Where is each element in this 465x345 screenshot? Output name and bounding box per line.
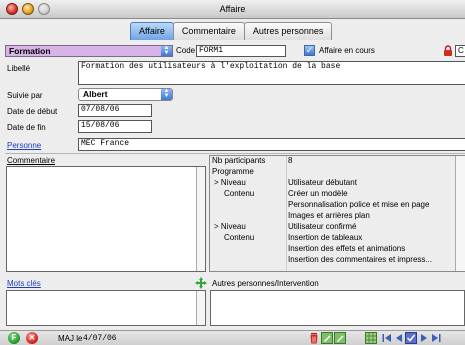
details-list: Nb participants 8 Programme > Niveau Uti…: [210, 155, 465, 272]
mots-cles-scrollbar[interactable]: [196, 291, 205, 325]
detail-value: Utilisateur confirmé: [288, 222, 357, 231]
detail-key: Contenu: [224, 233, 255, 242]
tab-bar: Affaire Commentaire Autres personnes: [130, 22, 333, 40]
updown-arrows-icon: ▲ ▼: [161, 88, 172, 100]
right-field[interactable]: C: [455, 45, 465, 57]
personne-link[interactable]: Personne: [7, 141, 41, 150]
trash-icon[interactable]: [308, 332, 320, 344]
lock-icon[interactable]: [443, 45, 453, 56]
last-record-icon[interactable]: [430, 332, 442, 344]
previous-record-icon[interactable]: [393, 332, 405, 344]
affaire-en-cours-label: Affaire en cours: [319, 46, 375, 55]
type-select-value: Formation: [9, 46, 51, 56]
detail-value: Créer un modèle: [288, 189, 348, 198]
move-arrows-icon[interactable]: [195, 277, 207, 289]
tab-affaire[interactable]: Affaire: [130, 22, 174, 40]
affaire-en-cours-checkbox[interactable]: ✓: [304, 45, 315, 56]
date-debut-label: Date de début: [7, 107, 58, 116]
maj-label: MAJ le: [58, 334, 83, 343]
commentaire-textarea[interactable]: [6, 166, 206, 272]
suivie-par-label: Suivie par: [7, 91, 43, 100]
mots-cles-textarea[interactable]: [6, 290, 206, 326]
window-title: Affaire: [219, 4, 246, 14]
detail-value: Insertion des commentaires et impress...: [288, 255, 433, 264]
detail-value: Insertion des effets et animations: [288, 244, 406, 253]
commentaire-label: Commentaire: [7, 156, 56, 165]
nb-participants-row: Nb participants 8: [210, 156, 465, 166]
title-bar: Affaire: [0, 0, 465, 19]
libelle-label: Libellé: [7, 64, 31, 73]
list-item[interactable]: > Niveau Utilisateur confirmé: [210, 222, 465, 232]
personne-field[interactable]: MEC France: [78, 138, 465, 151]
nb-participants-value[interactable]: 8: [288, 156, 292, 165]
list-item[interactable]: Contenu Créer un modèle: [210, 189, 465, 199]
f-button[interactable]: F: [8, 332, 20, 344]
detail-key: > Niveau: [214, 222, 246, 231]
section-divider: [5, 153, 465, 154]
detail-value: Insertion de tableaux: [288, 233, 363, 242]
details-scrollbar[interactable]: [455, 156, 465, 271]
maj-date: 4/07/06: [83, 334, 117, 343]
detail-value: Personnalisation police et mise en page: [288, 200, 430, 209]
code-field[interactable]: FORM1: [196, 45, 286, 57]
suivie-par-select[interactable]: Albert ▲ ▼: [78, 88, 173, 101]
libelle-field[interactable]: Formation des utilisateurs à l'exploitat…: [78, 61, 465, 85]
nb-participants-label: Nb participants: [212, 156, 266, 165]
tab-autres-personnes[interactable]: Autres personnes: [243, 22, 333, 40]
programme-row: Programme: [210, 167, 465, 177]
suivie-par-value: Albert: [83, 89, 108, 99]
commentaire-scrollbar[interactable]: [196, 167, 205, 271]
grid-icon[interactable]: [365, 332, 377, 344]
type-select[interactable]: Formation ▲ ▼: [5, 45, 173, 57]
edit-copy-icon[interactable]: [334, 332, 346, 344]
current-record-check-icon[interactable]: [405, 332, 417, 344]
date-fin-label: Date de fin: [7, 123, 46, 132]
list-item[interactable]: Insertion des effets et animations: [210, 244, 465, 254]
date-fin-field[interactable]: 15/08/06: [78, 120, 152, 133]
list-item[interactable]: Contenu Insertion de tableaux: [210, 233, 465, 243]
mots-cles-link[interactable]: Mots clés: [7, 279, 41, 288]
list-item[interactable]: Images et arrières plan: [210, 211, 465, 221]
list-item[interactable]: Personnalisation police et mise en page: [210, 200, 465, 210]
delete-button[interactable]: ✕: [26, 332, 38, 344]
date-debut-field[interactable]: 07/08/06: [78, 104, 152, 117]
edit-pencil-icon[interactable]: [321, 332, 333, 344]
detail-value: Images et arrières plan: [288, 211, 370, 220]
tab-commentaire[interactable]: Commentaire: [172, 22, 245, 40]
code-label: Code: [176, 46, 196, 55]
programme-label: Programme: [212, 167, 254, 176]
detail-key: > Niveau: [214, 178, 246, 187]
next-record-icon[interactable]: [418, 332, 430, 344]
detail-key: Contenu: [224, 189, 255, 198]
autres-personnes-list[interactable]: [210, 290, 465, 326]
autres-personnes-label: Autres personnes/Intervention: [212, 279, 319, 288]
detail-value: Utilisateur débutant: [288, 178, 357, 187]
updown-arrows-icon: ▲ ▼: [161, 45, 172, 56]
list-item[interactable]: Insertion des commentaires et impress...: [210, 255, 465, 265]
first-record-icon[interactable]: [381, 332, 393, 344]
list-item[interactable]: > Niveau Utilisateur débutant: [210, 178, 465, 188]
